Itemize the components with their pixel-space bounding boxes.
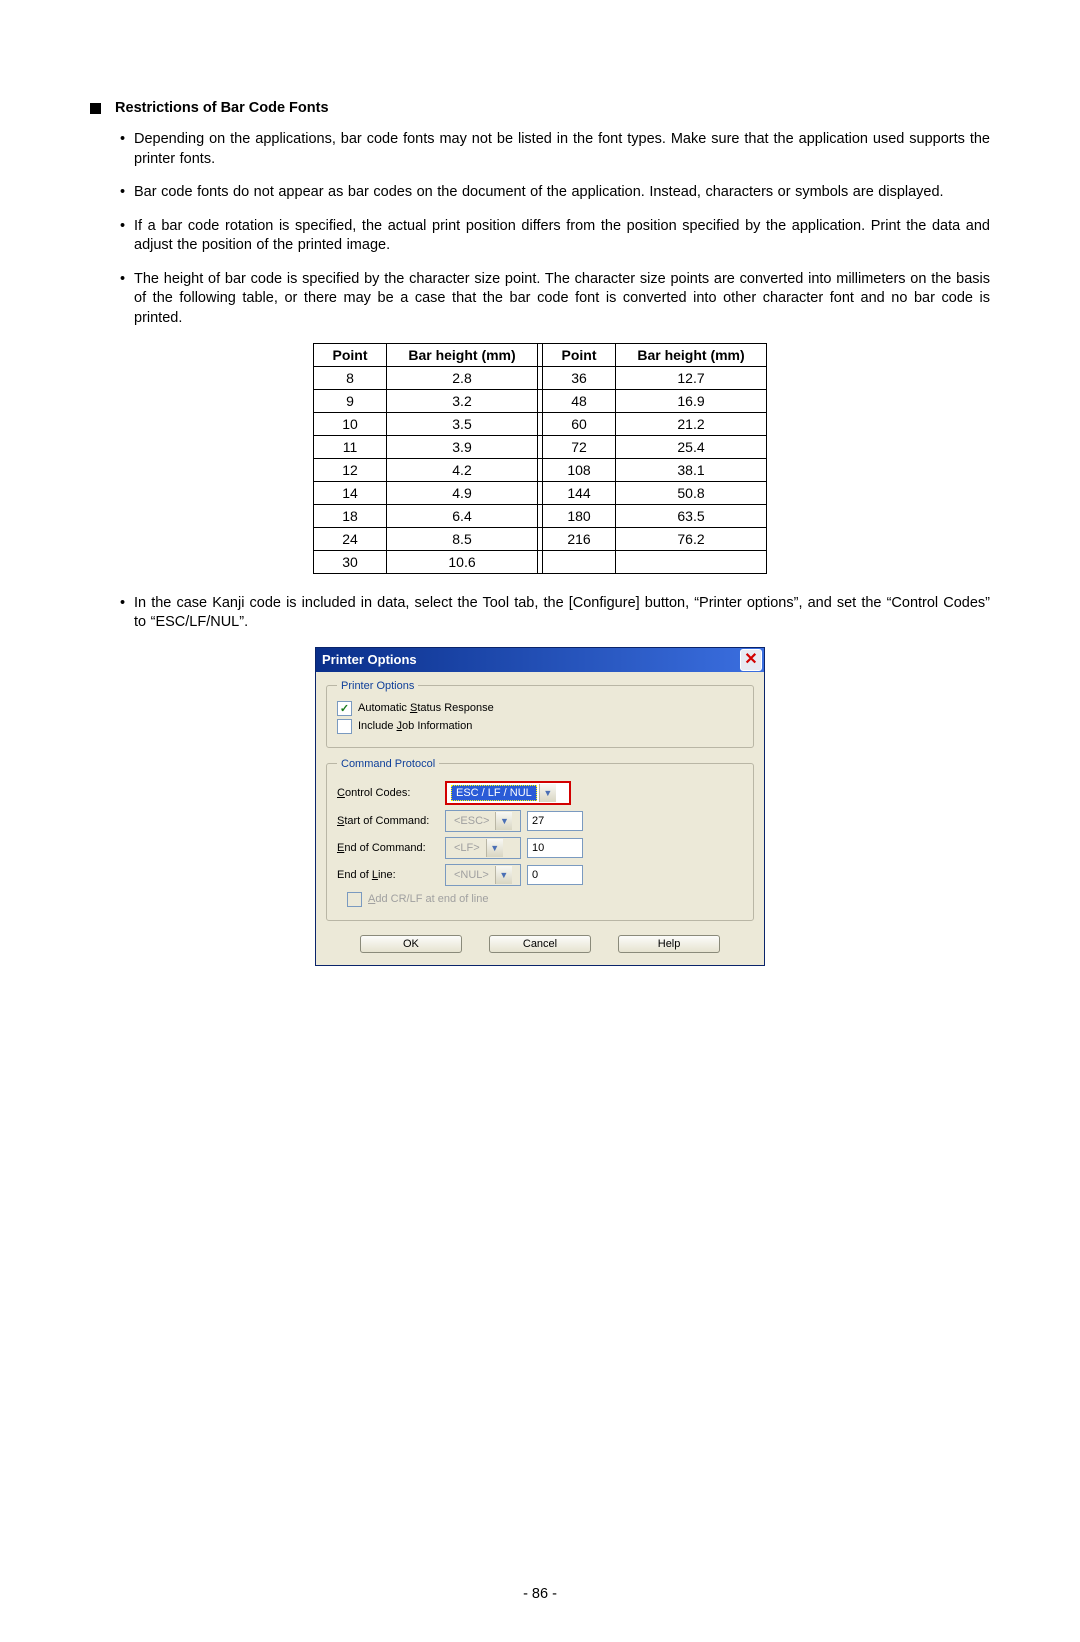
control-codes-row: Control Codes: ESC / LF / NUL ▼ — [337, 781, 743, 805]
table-row: 103.56021.2 — [314, 412, 767, 435]
end-of-command-row: End of Command: <LF> ▼ 10 — [337, 837, 743, 859]
bullet-text: Bar code fonts do not appear as bar code… — [134, 183, 990, 203]
combo-value: <NUL> — [450, 869, 493, 881]
table-row: 124.210838.1 — [314, 458, 767, 481]
bullet-dot-icon: • — [120, 183, 134, 203]
th-height: Bar height (mm) — [616, 343, 767, 366]
th-point: Point — [314, 343, 387, 366]
checkbox-label: Add CR/LF at end of line — [368, 893, 488, 905]
automatic-status-checkbox[interactable]: ✓ Automatic Status Response — [337, 701, 743, 716]
bullet-dot-icon: • — [120, 594, 134, 633]
dialog-title: Printer Options — [322, 652, 417, 667]
page-number: - 86 - — [90, 1586, 990, 1602]
th-height: Bar height (mm) — [387, 343, 538, 366]
bullet-text: In the case Kanji code is included in da… — [134, 594, 990, 633]
section-title: Restrictions of Bar Code Fonts — [115, 100, 329, 116]
bullet-text: The height of bar code is specified by t… — [134, 270, 990, 329]
chevron-down-icon: ▼ — [495, 866, 512, 884]
add-crlf-checkbox: Add CR/LF at end of line — [347, 892, 743, 907]
end-of-line-label: End of Line: — [337, 869, 445, 881]
th-point: Point — [543, 343, 616, 366]
start-of-command-combo[interactable]: <ESC> ▼ — [445, 810, 521, 832]
command-protocol-group: Command Protocol Control Codes: ESC / LF… — [326, 758, 754, 921]
section-heading: Restrictions of Bar Code Fonts — [90, 100, 990, 116]
table-row: 186.418063.5 — [314, 504, 767, 527]
table-row: 144.914450.8 — [314, 481, 767, 504]
dialog-button-row: OK Cancel Help — [326, 931, 754, 955]
chevron-down-icon: ▼ — [495, 812, 512, 830]
bullet-list: • Depending on the applications, bar cod… — [120, 130, 990, 329]
cancel-button[interactable]: Cancel — [489, 935, 591, 953]
combo-value: <LF> — [450, 842, 484, 854]
start-of-command-label: Start of Command: — [337, 815, 445, 827]
checkbox-label: Include Job Information — [358, 720, 472, 732]
printer-options-dialog: Printer Options ✕ Printer Options ✓ Auto… — [315, 647, 765, 966]
checkbox-checked-icon: ✓ — [337, 701, 352, 716]
table-row: 113.97225.4 — [314, 435, 767, 458]
printer-options-group: Printer Options ✓ Automatic Status Respo… — [326, 680, 754, 748]
close-icon: ✕ — [744, 652, 757, 668]
ok-button[interactable]: OK — [360, 935, 462, 953]
checkbox-disabled-icon — [347, 892, 362, 907]
list-item: • Depending on the applications, bar cod… — [120, 130, 990, 169]
table-row: 3010.6 — [314, 550, 767, 573]
bullet-dot-icon: • — [120, 270, 134, 329]
combo-selected-value: ESC / LF / NUL — [451, 785, 537, 801]
list-item: • Bar code fonts do not appear as bar co… — [120, 183, 990, 203]
group-legend: Printer Options — [337, 680, 418, 692]
list-item: • In the case Kanji code is included in … — [120, 594, 990, 633]
bullet-list: • In the case Kanji code is included in … — [120, 594, 990, 633]
end-of-line-row: End of Line: <NUL> ▼ 0 — [337, 864, 743, 886]
dialog-titlebar: Printer Options ✕ — [316, 648, 764, 672]
list-item: • The height of bar code is specified by… — [120, 270, 990, 329]
end-of-command-label: End of Command: — [337, 842, 445, 854]
list-item: • If a bar code rotation is specified, t… — [120, 217, 990, 256]
control-codes-label: Control Codes: — [337, 787, 445, 799]
help-button[interactable]: Help — [618, 935, 720, 953]
table-row: 82.83612.7 — [314, 366, 767, 389]
start-of-command-num[interactable]: 27 — [527, 811, 583, 831]
dialog-body: Printer Options ✓ Automatic Status Respo… — [316, 672, 764, 965]
bullet-square-icon — [90, 103, 101, 114]
end-of-command-num[interactable]: 10 — [527, 838, 583, 858]
bullet-dot-icon: • — [120, 130, 134, 169]
include-job-info-checkbox[interactable]: Include Job Information — [337, 719, 743, 734]
end-of-line-num[interactable]: 0 — [527, 865, 583, 885]
start-of-command-row: Start of Command: <ESC> ▼ 27 — [337, 810, 743, 832]
control-codes-combo[interactable]: ESC / LF / NUL ▼ — [445, 781, 571, 805]
chevron-down-icon: ▼ — [539, 784, 556, 802]
end-of-line-combo[interactable]: <NUL> ▼ — [445, 864, 521, 886]
close-button[interactable]: ✕ — [740, 649, 762, 671]
checkbox-unchecked-icon — [337, 719, 352, 734]
bullet-dot-icon: • — [120, 217, 134, 256]
point-height-table: Point Bar height (mm) Point Bar height (… — [313, 343, 767, 574]
bullet-text: If a bar code rotation is specified, the… — [134, 217, 990, 256]
table-row: 248.521676.2 — [314, 527, 767, 550]
end-of-command-combo[interactable]: <LF> ▼ — [445, 837, 521, 859]
group-legend: Command Protocol — [337, 758, 439, 770]
chevron-down-icon: ▼ — [486, 839, 503, 857]
combo-value: <ESC> — [450, 815, 493, 827]
bullet-text: Depending on the applications, bar code … — [134, 130, 990, 169]
document-page: Restrictions of Bar Code Fonts • Dependi… — [0, 0, 1080, 1642]
table-row: 93.24816.9 — [314, 389, 767, 412]
checkbox-label: Automatic Status Response — [358, 702, 494, 714]
